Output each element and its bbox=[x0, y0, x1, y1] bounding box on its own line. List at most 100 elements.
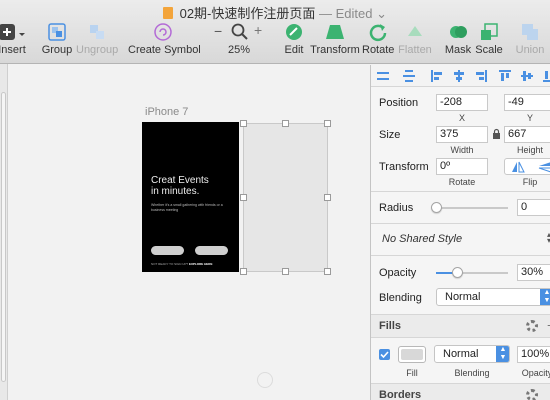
size-label: Size bbox=[379, 129, 401, 141]
insert-label: Insert bbox=[0, 44, 26, 56]
rotate-label: Rotate bbox=[448, 177, 476, 187]
resize-handle-top-left[interactable] bbox=[240, 120, 247, 127]
resize-handle-bottom-right[interactable] bbox=[324, 268, 331, 275]
scale-label: Scale bbox=[475, 44, 503, 56]
ungroup-label: Ungroup bbox=[76, 44, 119, 56]
flatten-button[interactable]: Flatten bbox=[397, 22, 433, 56]
flip-label: Flip bbox=[522, 177, 538, 187]
fill-color-swatch[interactable] bbox=[398, 346, 426, 363]
create-symbol-button[interactable]: Create Symbol bbox=[128, 22, 201, 56]
window-title: 02期-快速制作注册页面 — Edited ⌄ bbox=[0, 3, 550, 22]
fill-opacity-label: Opacity bbox=[521, 368, 550, 378]
resize-handle-bottom[interactable] bbox=[282, 268, 289, 275]
scrollbar[interactable] bbox=[1, 92, 6, 382]
flip-horizontal-icon[interactable] bbox=[511, 161, 525, 176]
group-label: Group bbox=[41, 44, 73, 56]
group-icon bbox=[47, 22, 67, 42]
layer-list-collapsed bbox=[0, 64, 8, 400]
resize-handle-top-right[interactable] bbox=[324, 120, 331, 127]
rotate-button[interactable]: Rotate bbox=[362, 22, 394, 56]
height-field[interactable]: 667 bbox=[504, 126, 550, 143]
scale-button[interactable]: Scale bbox=[475, 22, 503, 56]
flatten-label: Flatten bbox=[398, 44, 432, 56]
resize-handle-left[interactable] bbox=[240, 194, 247, 201]
inspector-panel: Position -208 X -49 Y Size 375 Width 667… bbox=[370, 65, 550, 400]
canvas[interactable]: iPhone 7 Creat Events in minutes. Whethe… bbox=[9, 65, 370, 400]
fill-blending-dropdown[interactable]: Normal ▲ ▼ bbox=[434, 345, 510, 363]
ungroup-icon bbox=[87, 22, 107, 42]
align-right-icon[interactable] bbox=[475, 70, 487, 82]
radius-slider-knob[interactable] bbox=[430, 202, 442, 213]
union-icon bbox=[520, 22, 540, 42]
insert-button[interactable]: Insert bbox=[0, 22, 30, 56]
artboard-footer: NOT READY TO SIGN UP? EXPLORE HERE bbox=[151, 262, 213, 266]
ungroup-button[interactable]: Ungroup bbox=[76, 22, 118, 56]
radius-label: Radius bbox=[379, 202, 414, 214]
group-button[interactable]: Group bbox=[40, 22, 74, 56]
artboard-footer-link[interactable]: EXPLORE HERE bbox=[189, 262, 213, 266]
artboard-button-left[interactable] bbox=[151, 246, 184, 255]
resize-handle-top[interactable] bbox=[282, 120, 289, 127]
height-label: Height bbox=[516, 145, 543, 155]
edit-button[interactable]: Edit bbox=[280, 22, 308, 56]
chevron-down-icon[interactable]: ⌄ bbox=[376, 6, 387, 21]
align-top-icon[interactable] bbox=[499, 70, 511, 82]
divider bbox=[371, 255, 550, 256]
fill-checkbox[interactable] bbox=[379, 349, 390, 360]
shared-style-dropdown[interactable]: No Shared Style bbox=[382, 233, 462, 245]
rotate-field[interactable]: 0º bbox=[436, 158, 488, 175]
radius-slider[interactable] bbox=[436, 207, 508, 209]
flip-control bbox=[504, 158, 550, 175]
resize-handle-right[interactable] bbox=[324, 194, 331, 201]
resize-handle-bottom-left[interactable] bbox=[240, 268, 247, 275]
artboard-title[interactable]: iPhone 7 bbox=[145, 106, 188, 118]
selected-rectangle[interactable] bbox=[243, 123, 328, 272]
transform-button[interactable]: Transform bbox=[310, 22, 360, 56]
position-y-field[interactable]: -49 bbox=[504, 94, 550, 111]
blending-label: Blending bbox=[379, 292, 422, 304]
fill-opacity-field[interactable]: 100% bbox=[517, 346, 550, 363]
mask-icon bbox=[448, 22, 468, 42]
symbol-icon bbox=[153, 22, 173, 42]
blending-dropdown[interactable]: Normal ▲ ▼ bbox=[436, 288, 550, 306]
align-vertical-center-icon[interactable] bbox=[521, 70, 533, 82]
radius-field[interactable]: 0 bbox=[517, 199, 550, 216]
mask-button[interactable]: Mask bbox=[443, 22, 473, 56]
distribute-vertical-icon[interactable] bbox=[403, 70, 415, 82]
create-symbol-label: Create Symbol bbox=[128, 44, 201, 56]
position-x-field[interactable]: -208 bbox=[436, 94, 488, 111]
zoom-in-button[interactable]: + bbox=[254, 22, 262, 38]
artboard-button-right[interactable] bbox=[195, 246, 228, 255]
divider bbox=[371, 223, 550, 224]
opacity-slider-knob[interactable] bbox=[452, 267, 464, 278]
flip-vertical-icon[interactable] bbox=[538, 161, 550, 176]
align-horizontal-center-icon[interactable] bbox=[453, 70, 465, 82]
fill-blending-label: Blending bbox=[454, 368, 490, 378]
fills-header: Fills bbox=[379, 320, 402, 332]
align-left-icon[interactable] bbox=[431, 70, 443, 82]
mask-label: Mask bbox=[444, 44, 472, 56]
opacity-label: Opacity bbox=[379, 267, 417, 279]
zoom-level: 25% bbox=[227, 44, 251, 56]
edit-icon bbox=[284, 22, 304, 42]
gear-icon[interactable] bbox=[526, 389, 538, 400]
scale-icon bbox=[479, 22, 499, 42]
distribute-horizontal-icon[interactable] bbox=[377, 70, 389, 82]
document-name: 02期-快速制作注册页面 bbox=[179, 6, 316, 21]
zoom-out-button[interactable]: − bbox=[214, 23, 222, 39]
chevron-updown-icon: ▲ ▼ bbox=[540, 289, 550, 305]
opacity-field[interactable]: 30% bbox=[517, 264, 550, 281]
flatten-icon bbox=[405, 22, 425, 42]
union-label: Union bbox=[515, 44, 545, 56]
opacity-slider[interactable] bbox=[436, 272, 508, 274]
align-bottom-icon[interactable] bbox=[543, 70, 550, 82]
position-y-label: Y bbox=[526, 113, 533, 123]
transform-label: Transform bbox=[310, 44, 360, 56]
artboard-iphone-7[interactable]: Creat Events in minutes. Whether it's a … bbox=[142, 122, 239, 272]
union-button[interactable]: Union bbox=[512, 22, 548, 56]
width-field[interactable]: 375 bbox=[436, 126, 488, 143]
lock-icon[interactable] bbox=[492, 128, 501, 143]
chevron-updown-icon: ▲ ▼ bbox=[496, 346, 509, 362]
gear-icon[interactable] bbox=[526, 320, 538, 332]
transform-icon bbox=[324, 22, 346, 42]
